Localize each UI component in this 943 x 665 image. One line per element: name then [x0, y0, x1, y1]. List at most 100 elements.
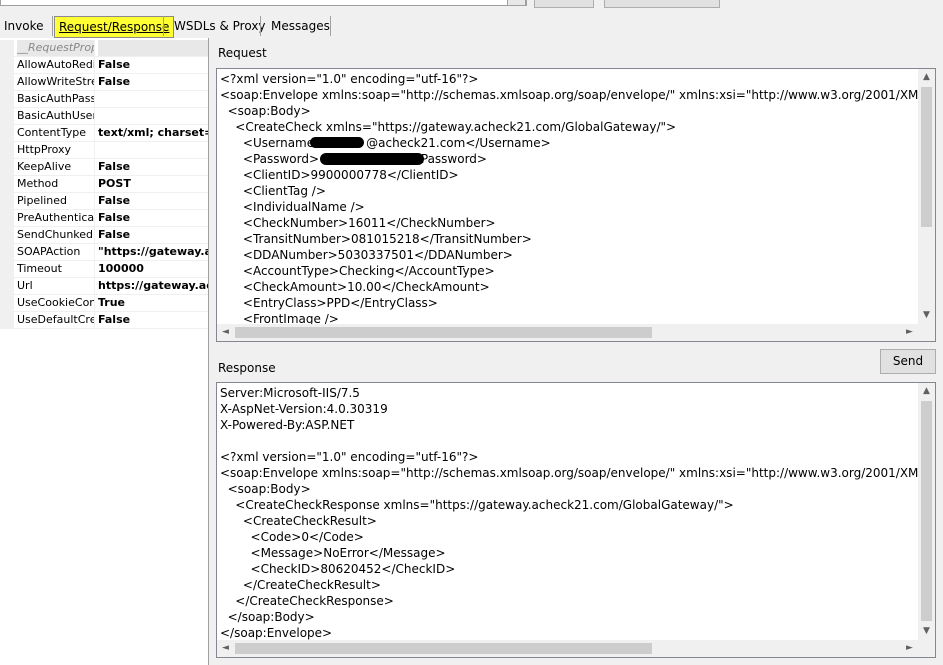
request-vscroll-thumb[interactable] [921, 87, 932, 227]
property-row[interactable]: PreAuthenticateFalse [0, 210, 208, 227]
response-line: <CreateCheckResponse xmlns="https://gate… [220, 498, 734, 512]
property-value[interactable]: https://gateway.ac [98, 278, 208, 294]
request-line: <CheckNumber>16011</CheckNumber> [220, 216, 496, 230]
request-content: <?xml version="1.0" encoding="utf-16"?> <… [220, 71, 933, 327]
property-value[interactable]: "https://gateway.a [98, 244, 208, 260]
property-row[interactable]: Pipelined False [0, 193, 208, 210]
property-name: ContentType [17, 125, 95, 141]
property-name: SendChunked [17, 227, 95, 243]
property-row[interactable]: Url https://gateway.ac [0, 278, 208, 295]
property-row[interactable]: KeepAlive False [0, 159, 208, 176]
property-value[interactable]: False [98, 193, 208, 209]
tab-wsdls-proxy[interactable]: WSDLs & Proxy [174, 16, 266, 36]
row-gutter [0, 74, 14, 90]
response-line: <Message>NoError</Message> [220, 546, 446, 560]
scroll-left-icon[interactable]: ◄ [217, 324, 234, 341]
property-name: __RequestProp [17, 40, 95, 56]
property-value[interactable] [98, 91, 208, 107]
request-line: <TransitNumber>081015218</TransitNumber> [220, 232, 532, 246]
request-line: <IndividualName /> [220, 200, 365, 214]
row-gutter [0, 295, 14, 311]
property-row[interactable]: __RequestProp [0, 40, 208, 57]
property-value[interactable]: 100000 [98, 261, 208, 277]
url-combo-input[interactable] [0, 0, 527, 6]
response-textbox[interactable]: Server:Microsoft-IIS/7.5 X-AspNet-Version… [216, 382, 936, 658]
property-name: BasicAuthPass [17, 91, 95, 107]
response-vertical-scrollbar[interactable]: ▲ ▼ [918, 383, 935, 640]
toolbar-button-1[interactable] [534, 0, 594, 8]
property-value[interactable]: False [98, 210, 208, 226]
property-value[interactable]: POST [98, 176, 208, 192]
row-gutter [0, 193, 14, 209]
row-gutter [0, 142, 14, 158]
property-name: Method [17, 176, 95, 192]
property-value[interactable]: text/xml; charset=u [98, 125, 208, 141]
response-label: Response [218, 361, 276, 375]
tab-separator [330, 16, 332, 36]
property-row[interactable]: BasicAuthPass [0, 91, 208, 108]
request-line: <soap:Envelope xmlns:soap="http://schema… [220, 88, 933, 102]
request-line: <?xml version="1.0" encoding="utf-16"?> [220, 72, 479, 86]
property-value[interactable] [98, 40, 208, 56]
property-value[interactable]: False [98, 227, 208, 243]
property-row[interactable]: BasicAuthUserN [0, 108, 208, 125]
tab-separator [163, 16, 165, 36]
property-row[interactable]: AllowWriteStreaFalse [0, 74, 208, 91]
scroll-corner [918, 324, 935, 341]
combo-dropdown-button[interactable] [507, 0, 526, 6]
response-line: <?xml version="1.0" encoding="utf-16"?> [220, 450, 479, 464]
scroll-up-icon[interactable]: ▲ [918, 383, 935, 400]
scroll-left-icon[interactable]: ◄ [217, 640, 234, 657]
tab-invoke[interactable]: Invoke [4, 16, 44, 36]
send-button[interactable]: Send [880, 349, 936, 374]
property-value[interactable]: False [98, 74, 208, 90]
property-row[interactable]: Timeout 100000 [0, 261, 208, 278]
tab-separator [260, 16, 262, 36]
property-value[interactable] [98, 108, 208, 124]
property-name: Pipelined [17, 193, 95, 209]
property-name: Timeout [17, 261, 95, 277]
property-value[interactable]: False [98, 57, 208, 73]
property-name: KeepAlive [17, 159, 95, 175]
response-horizontal-scrollbar[interactable]: ◄ ► [217, 640, 918, 657]
tab-request-response-label: Request/Response [59, 20, 170, 34]
tab-messages[interactable]: Messages [271, 16, 330, 36]
property-row[interactable]: SOAPAction "https://gateway.a [0, 244, 208, 261]
request-vertical-scrollbar[interactable]: ▲ ▼ [918, 69, 935, 324]
request-line: <ClientID>9900000778</ClientID> [220, 168, 459, 182]
request-line: <EntryClass>PPD</EntryClass> [220, 296, 438, 310]
response-line: <Code>0</Code> [220, 530, 364, 544]
request-line: <AccountType>Checking</AccountType> [220, 264, 495, 278]
response-hscroll-thumb[interactable] [235, 643, 652, 654]
scroll-right-icon[interactable]: ► [901, 324, 918, 341]
row-gutter [0, 278, 14, 294]
toolbar-button-2[interactable] [604, 0, 720, 8]
property-row[interactable]: HttpProxy [0, 142, 208, 159]
property-row[interactable]: SendChunked False [0, 227, 208, 244]
scroll-right-icon[interactable]: ► [901, 640, 918, 657]
scroll-down-icon[interactable]: ▼ [918, 623, 935, 640]
scroll-up-icon[interactable]: ▲ [918, 69, 935, 86]
row-gutter [0, 108, 14, 124]
property-name: BasicAuthUserN [17, 108, 95, 124]
property-value[interactable]: False [98, 312, 208, 328]
row-gutter [0, 210, 14, 226]
scroll-down-icon[interactable]: ▼ [918, 307, 935, 324]
property-value[interactable] [98, 142, 208, 158]
tab-request-response[interactable]: Request/Response [54, 16, 175, 38]
response-line [220, 433, 933, 449]
property-row[interactable]: Method POST [0, 176, 208, 193]
request-horizontal-scrollbar[interactable]: ◄ ► [217, 324, 918, 341]
property-name: AllowWriteStrea [17, 74, 95, 90]
property-row[interactable]: UseDefaultCred False [0, 312, 208, 329]
property-row[interactable]: ContentTypetext/xml; charset=u [0, 125, 208, 142]
property-value[interactable]: True [98, 295, 208, 311]
property-row[interactable]: AllowAutoRedir False [0, 57, 208, 74]
property-value[interactable]: False [98, 159, 208, 175]
request-textbox[interactable]: <?xml version="1.0" encoding="utf-16"?> <… [216, 68, 936, 342]
redacted-username [310, 137, 364, 148]
request-hscroll-thumb[interactable] [235, 327, 652, 338]
response-line: Server:Microsoft-IIS/7.5 [220, 386, 360, 400]
response-vscroll-thumb[interactable] [921, 401, 932, 621]
property-row[interactable]: UseCookieCon True [0, 295, 208, 312]
